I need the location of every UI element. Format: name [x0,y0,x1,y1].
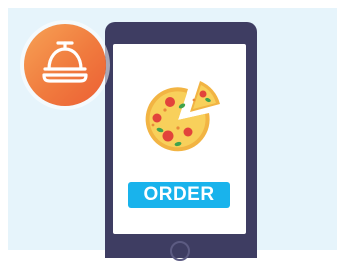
order-button[interactable]: ORDER [128,182,230,208]
pizza-icon [145,81,220,152]
home-button [170,241,190,261]
service-bell-badge [24,24,106,106]
service-bell-icon [42,41,88,83]
illustration: ORDER [0,0,345,261]
